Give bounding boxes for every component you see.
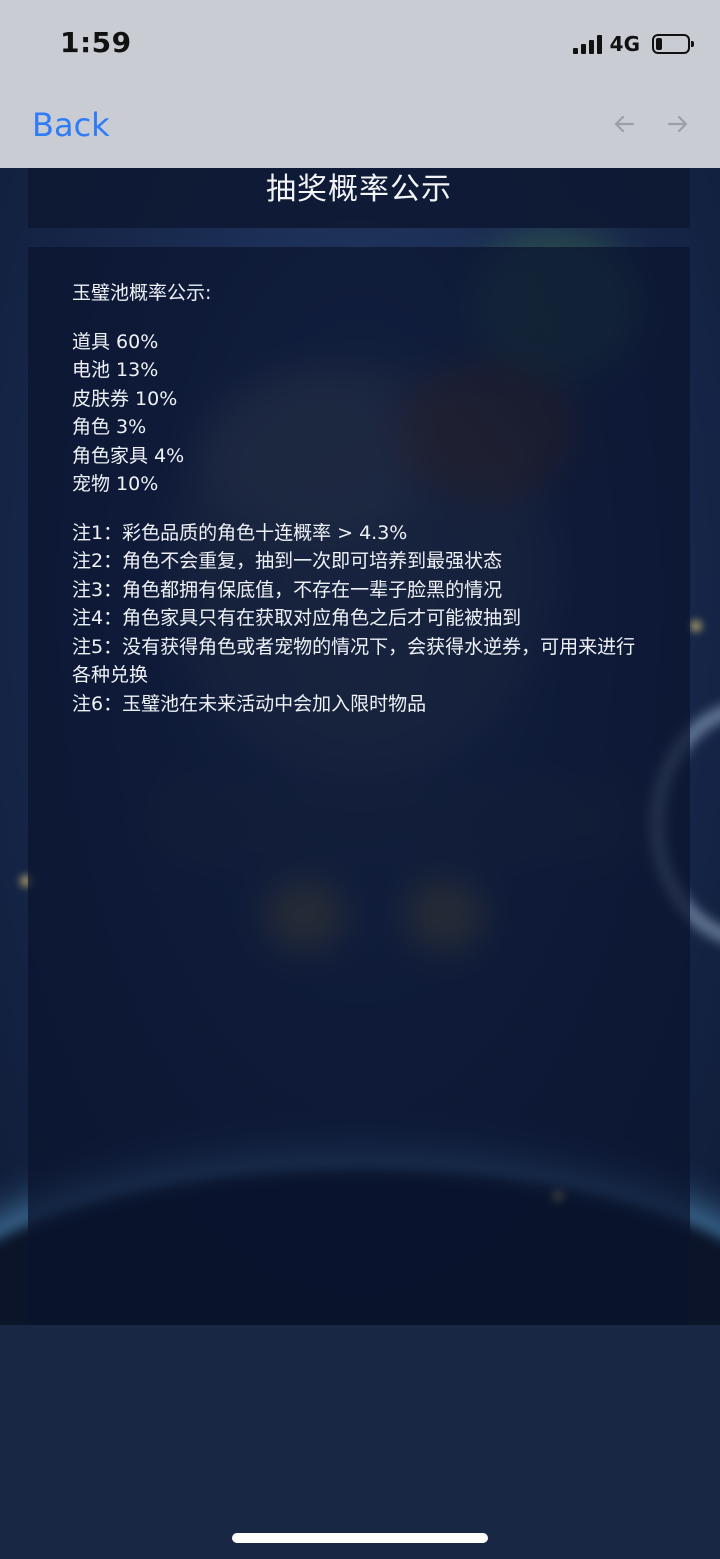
list-item: 道具 60% (72, 330, 159, 353)
back-button[interactable]: Back (32, 106, 110, 144)
note-item: 注4：角色家具只有在获取对应角色之后才可能被抽到 (72, 607, 522, 629)
bottom-safe-area (0, 1325, 720, 1559)
list-item: 角色家具 4% (72, 444, 185, 467)
arrow-right-icon[interactable] (666, 112, 690, 136)
status-time: 1:59 (60, 26, 132, 59)
list-item: 电池 13% (72, 359, 159, 381)
note-item: 注5：没有获得角色或者宠物的情况下，会获得水逆券，可用来进行各种兑换 (72, 635, 636, 687)
list-item: 宠物 10% (72, 473, 159, 495)
notes-list: 注1：彩色品质的角色十连概率 > 4.3% 注2：角色不会重复，抽到一次即可培养… (72, 519, 646, 719)
list-item: 角色 3% (72, 416, 147, 438)
list-item: 皮肤券 10% (72, 387, 178, 410)
probability-info-panel: 玉璧池概率公示: 道具 60% 电池 13% 皮肤券 10% 角色 3% 角色家… (28, 247, 690, 1325)
note-item: 注1：彩色品质的角色十连概率 > 4.3% (72, 521, 408, 544)
battery-icon (652, 34, 694, 54)
home-indicator[interactable] (232, 1533, 488, 1543)
history-nav (612, 112, 690, 136)
note-item: 注3：角色都拥有保底值，不存在一辈子脸黑的情况 (72, 578, 503, 601)
pool-heading: 玉璧池概率公示: (72, 282, 212, 304)
browser-top-bar: 1:59 4G Back (0, 0, 720, 168)
arrow-left-icon[interactable] (612, 112, 636, 136)
status-indicators: 4G (572, 32, 694, 56)
note-item: 注6：玉璧池在未来活动中会加入限时物品 (72, 692, 427, 715)
page-title: 抽奖概率公示 (266, 172, 452, 207)
note-item: 注2：角色不会重复，抽到一次即可培养到最强状态 (72, 550, 503, 572)
network-label: 4G (609, 32, 640, 56)
probability-list: 道具 60% 电池 13% 皮肤券 10% 角色 3% 角色家具 4% 宠物 1… (72, 328, 646, 499)
battery-fill (656, 38, 662, 50)
background-star (690, 620, 702, 632)
signal-icon (572, 34, 602, 54)
